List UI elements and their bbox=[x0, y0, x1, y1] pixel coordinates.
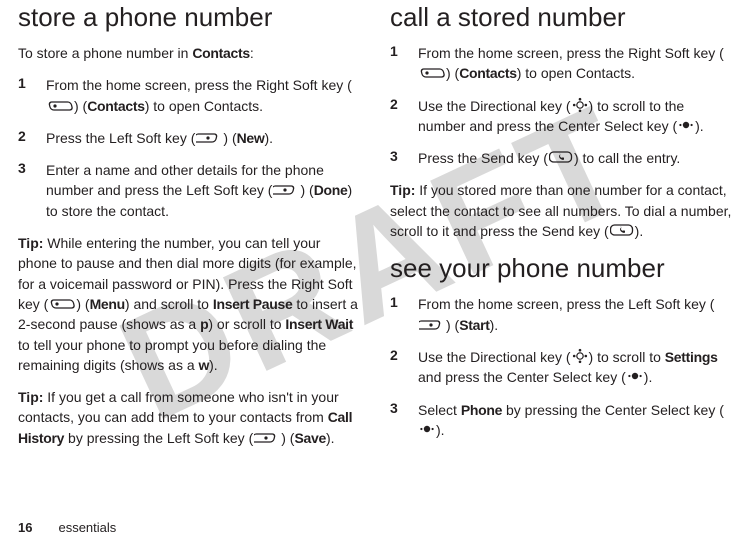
left-soft-key-icon bbox=[254, 429, 280, 445]
right-soft-key-icon bbox=[419, 64, 445, 80]
send-key-icon bbox=[610, 222, 634, 238]
heading-call: call a stored number bbox=[390, 2, 734, 33]
steps-see: 1 From the home screen, press the Left So… bbox=[390, 294, 734, 440]
intro-store: To store a phone number in Contacts: bbox=[18, 43, 362, 63]
tip-call: Tip: If you stored more than one number … bbox=[390, 180, 734, 241]
step: 1 From the home screen, press the Left So… bbox=[390, 294, 734, 335]
step: 2 Use the Directional key () to scroll to… bbox=[390, 347, 734, 388]
tip-label: Tip: bbox=[18, 389, 43, 405]
center-select-icon bbox=[678, 117, 694, 133]
page-footer: 16 essentials bbox=[18, 520, 116, 535]
left-soft-key-icon bbox=[419, 316, 445, 332]
tip-store-1: Tip: While entering the number, you can … bbox=[18, 233, 362, 375]
step-number: 3 bbox=[390, 148, 404, 168]
left-soft-key-icon bbox=[196, 129, 222, 145]
right-soft-key-icon bbox=[47, 97, 73, 113]
center-select-icon bbox=[419, 421, 435, 437]
step-text: From the home screen, press the Left Sof… bbox=[418, 294, 734, 335]
steps-call: 1 From the home screen, press the Right S… bbox=[390, 43, 734, 168]
left-soft-key-icon bbox=[273, 181, 299, 197]
step-text: Select Phone by pressing the Center Sele… bbox=[418, 400, 734, 441]
step-number: 3 bbox=[18, 160, 32, 221]
steps-store: 1 From the home screen, press the Right S… bbox=[18, 75, 362, 221]
step-text: Press the Left Soft key () (New). bbox=[46, 128, 362, 148]
step-text: From the home screen, press the Right So… bbox=[46, 75, 362, 116]
step-number: 2 bbox=[390, 96, 404, 137]
step: 3 Press the Send key () to call the entry… bbox=[390, 148, 734, 168]
tip-store-2: Tip: If you get a call from someone who … bbox=[18, 387, 362, 448]
step: 1 From the home screen, press the Right S… bbox=[390, 43, 734, 84]
right-column: call a stored number 1 From the home scre… bbox=[390, 0, 734, 460]
tip-label: Tip: bbox=[390, 182, 415, 198]
step-number: 2 bbox=[18, 128, 32, 148]
step-number: 1 bbox=[18, 75, 32, 116]
step: 3 Select Phone by pressing the Center Sel… bbox=[390, 400, 734, 441]
step-number: 1 bbox=[390, 294, 404, 335]
step-text: Use the Directional key () to scroll to … bbox=[418, 347, 734, 388]
step-text: Use the Directional key () to scroll to … bbox=[418, 96, 734, 137]
step-number: 1 bbox=[390, 43, 404, 84]
step-text: From the home screen, press the Right So… bbox=[418, 43, 734, 84]
heading-see: see your phone number bbox=[390, 253, 734, 284]
step: 2 Press the Left Soft key () (New). bbox=[18, 128, 362, 148]
page-number: 16 bbox=[18, 520, 32, 535]
directional-key-icon bbox=[572, 97, 588, 113]
section-name: essentials bbox=[58, 520, 116, 535]
step: 1 From the home screen, press the Right S… bbox=[18, 75, 362, 116]
left-column: store a phone number To store a phone nu… bbox=[18, 0, 362, 460]
directional-key-icon bbox=[572, 348, 588, 364]
tip-label: Tip: bbox=[18, 235, 43, 251]
center-select-icon bbox=[627, 368, 643, 384]
step-number: 2 bbox=[390, 347, 404, 388]
step-number: 3 bbox=[390, 400, 404, 441]
send-key-icon bbox=[549, 149, 573, 165]
step: 2 Use the Directional key () to scroll to… bbox=[390, 96, 734, 137]
step-text: Enter a name and other details for the p… bbox=[46, 160, 362, 221]
right-soft-key-icon bbox=[49, 295, 75, 311]
step-text: Press the Send key () to call the entry. bbox=[418, 148, 734, 168]
page-content: store a phone number To store a phone nu… bbox=[0, 0, 752, 460]
heading-store: store a phone number bbox=[18, 2, 362, 33]
step: 3Enter a name and other details for the … bbox=[18, 160, 362, 221]
